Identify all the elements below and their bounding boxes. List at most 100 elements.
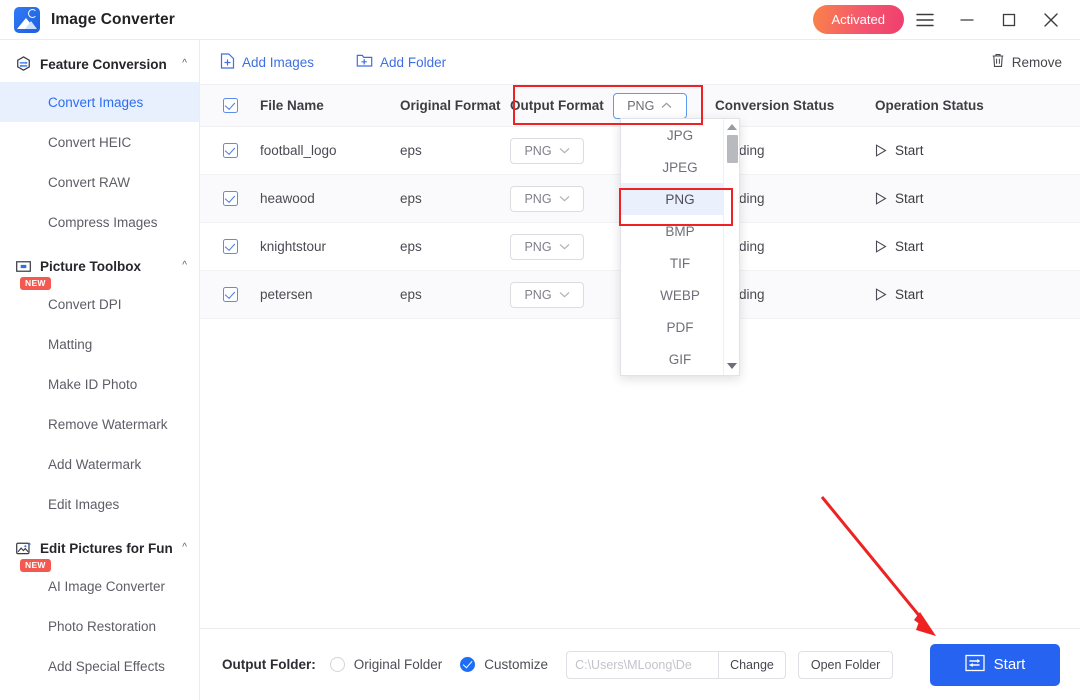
- sidebar-item-photo-restoration[interactable]: Photo Restoration: [0, 606, 199, 646]
- row-original-format: eps: [400, 191, 422, 206]
- sidebar-item-matting[interactable]: Matting: [0, 324, 199, 364]
- select-all-checkbox[interactable]: [222, 98, 238, 113]
- header-original-format: Original Format: [400, 98, 501, 113]
- row-start-label: Start: [895, 287, 924, 302]
- content-toolbar: Add Images Add Folder Remove: [200, 40, 1080, 85]
- row-original-format: eps: [400, 239, 422, 254]
- dropdown-option-gif[interactable]: GIF: [621, 343, 739, 375]
- remove-button[interactable]: Remove: [991, 53, 1062, 71]
- start-button-label: Start: [993, 656, 1026, 673]
- output-folder-bar: Output Folder: Original Folder Customize…: [200, 628, 1080, 700]
- row-check-cell: [200, 239, 260, 254]
- row-start-button[interactable]: Start: [875, 191, 1025, 206]
- sidebar-item-label: Compress Images: [48, 214, 158, 230]
- customize-label[interactable]: Customize: [484, 657, 548, 672]
- dropdown-option-webp[interactable]: WEBP: [621, 279, 739, 311]
- sidebar-item-label: Convert Images: [48, 94, 144, 110]
- original-folder-label[interactable]: Original Folder: [354, 657, 443, 672]
- activated-button[interactable]: Activated: [812, 5, 904, 34]
- new-badge: NEW: [20, 559, 51, 572]
- picture-sparkle-icon: [14, 539, 32, 557]
- dropdown-option-jpg[interactable]: JPG: [621, 119, 739, 151]
- row-output-format-select[interactable]: PNG: [510, 185, 584, 212]
- output-path-input[interactable]: [566, 650, 719, 679]
- sidebar: Feature Conversion ^ Convert Images Conv…: [0, 40, 200, 700]
- row-checkbox[interactable]: [222, 191, 238, 206]
- sidebar-item-edit-images[interactable]: Edit Images: [0, 484, 199, 524]
- add-folder-label: Add Folder: [380, 54, 447, 70]
- scrollbar-thumb[interactable]: [727, 135, 738, 163]
- row-output-format-select[interactable]: PNG: [510, 281, 584, 308]
- chevron-up-icon[interactable]: ^: [182, 260, 187, 271]
- scroll-up-arrow-icon[interactable]: [726, 124, 737, 130]
- chevron-up-icon[interactable]: ^: [182, 542, 187, 553]
- dropdown-option-pdf[interactable]: PDF: [621, 311, 739, 343]
- sidebar-item-label: Add Watermark: [48, 456, 142, 472]
- sidebar-item-make-id-photo[interactable]: Make ID Photo: [0, 364, 199, 404]
- header-file-name: File Name: [260, 98, 324, 113]
- sidebar-item-add-special-effects[interactable]: Add Special Effects: [0, 646, 199, 686]
- row-operation-cell: Start: [875, 191, 1025, 206]
- dropdown-option-tif[interactable]: TIF: [621, 247, 739, 279]
- global-output-format-value: PNG: [627, 98, 655, 113]
- output-format-dropdown-menu[interactable]: JPG JPEG PNG BMP TIF WEBP PDF GIF: [620, 118, 740, 376]
- play-icon: [875, 144, 887, 157]
- scroll-down-arrow-icon[interactable]: [726, 363, 737, 369]
- file-plus-icon: [220, 52, 235, 72]
- row-start-button[interactable]: Start: [875, 287, 1025, 302]
- add-images-button[interactable]: Add Images: [220, 52, 314, 72]
- dropdown-scrollbar[interactable]: [723, 119, 739, 375]
- sidebar-item-add-watermark[interactable]: Add Watermark: [0, 444, 199, 484]
- row-start-button[interactable]: Start: [875, 239, 1025, 254]
- sidebar-item-compress-images[interactable]: Compress Images: [0, 202, 199, 242]
- dropdown-option-bmp[interactable]: BMP: [621, 215, 739, 247]
- change-folder-button[interactable]: Change: [718, 650, 786, 679]
- row-checkbox[interactable]: [222, 239, 238, 254]
- close-icon[interactable]: [1030, 0, 1072, 40]
- row-check-cell: [200, 143, 260, 158]
- image-converter-window: Image Converter Activated Feature Conver…: [0, 0, 1080, 700]
- toolbox-icon: [14, 257, 32, 275]
- sidebar-item-label: Make ID Photo: [48, 376, 138, 392]
- original-folder-radio[interactable]: [329, 657, 345, 672]
- sidebar-item-remove-watermark[interactable]: Remove Watermark: [0, 404, 199, 444]
- open-folder-button[interactable]: Open Folder: [797, 650, 894, 679]
- row-start-button[interactable]: Start: [875, 143, 1025, 158]
- minimize-icon[interactable]: [946, 0, 988, 40]
- sidebar-item-convert-dpi[interactable]: NEW Convert DPI: [0, 277, 199, 324]
- add-folder-button[interactable]: Add Folder: [356, 53, 446, 71]
- global-output-format-select[interactable]: PNG: [612, 92, 687, 119]
- chevron-down-icon: [559, 196, 569, 202]
- play-icon: [875, 288, 887, 301]
- dropdown-option-jpeg[interactable]: JPEG: [621, 151, 739, 183]
- sidebar-item-pic-collage[interactable]: Pic Collage: [0, 686, 199, 700]
- dropdown-option-png[interactable]: PNG: [621, 183, 739, 215]
- sidebar-section-feature-conversion[interactable]: Feature Conversion ^: [0, 46, 199, 82]
- start-conversion-button[interactable]: Start: [930, 643, 1060, 686]
- title-bar: Image Converter Activated: [0, 0, 1080, 40]
- row-start-label: Start: [895, 143, 924, 158]
- sidebar-item-convert-raw[interactable]: Convert RAW: [0, 162, 199, 202]
- row-checkbox[interactable]: [222, 287, 238, 302]
- row-check-cell: [200, 287, 260, 302]
- output-path-group: Change: [566, 650, 786, 679]
- row-output-format-value: PNG: [524, 239, 552, 254]
- row-checkbox[interactable]: [222, 143, 238, 158]
- row-file-name: knightstour: [260, 239, 327, 254]
- row-output-format-value: PNG: [524, 287, 552, 302]
- sidebar-item-label: Matting: [48, 336, 93, 352]
- chevron-up-icon[interactable]: ^: [182, 58, 187, 69]
- sidebar-item-convert-heic[interactable]: Convert HEIC: [0, 122, 199, 162]
- sidebar-item-convert-images[interactable]: Convert Images: [0, 82, 199, 122]
- sidebar-item-ai-image-converter[interactable]: NEW AI Image Converter: [0, 559, 199, 606]
- hamburger-menu-icon[interactable]: [904, 0, 946, 40]
- folder-plus-icon: [356, 53, 373, 71]
- sidebar-item-label: AI Image Converter: [48, 578, 166, 594]
- sidebar-item-label: Add Special Effects: [48, 658, 165, 674]
- row-output-format-select[interactable]: PNG: [510, 233, 584, 260]
- maximize-icon[interactable]: [988, 0, 1030, 40]
- row-output-format-select[interactable]: PNG: [510, 137, 584, 164]
- customize-radio[interactable]: [460, 657, 476, 672]
- chevron-down-icon: [559, 148, 569, 154]
- window-controls: Activated: [812, 0, 1080, 40]
